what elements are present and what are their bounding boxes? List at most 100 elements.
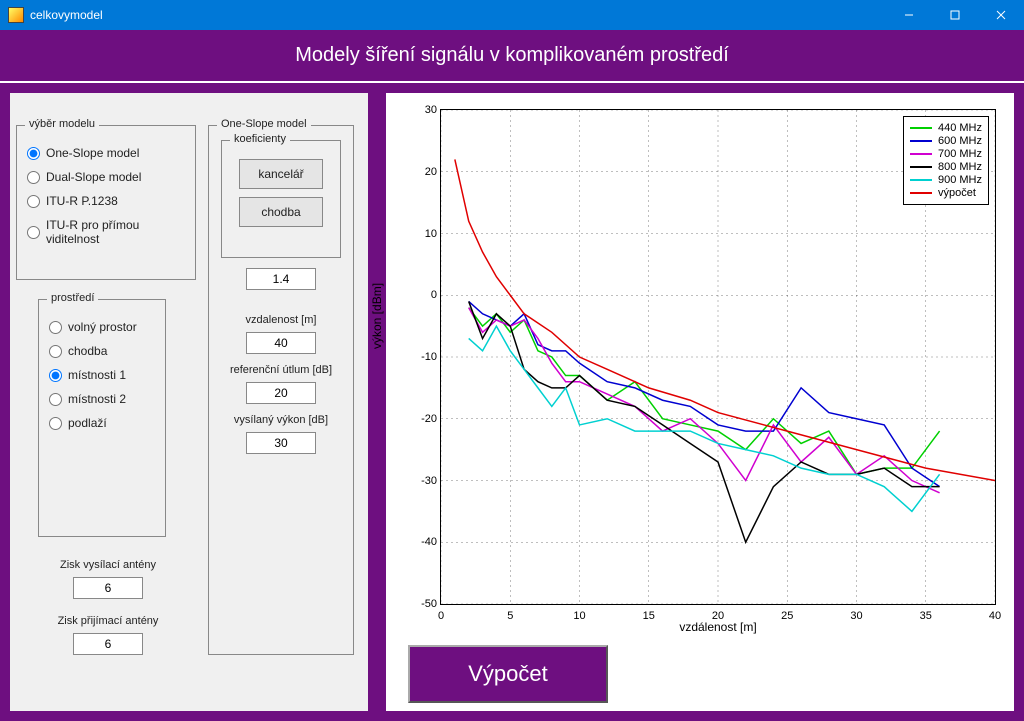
chart-ytick: 30: [407, 104, 437, 116]
coef-corridor-button[interactable]: chodba: [239, 197, 323, 227]
legend-swatch: [910, 153, 932, 155]
chart-ytick: 20: [407, 166, 437, 178]
model-radio-label: ITU-R P.1238: [46, 194, 118, 208]
coef-group: koeficienty kancelář chodba: [221, 140, 341, 258]
chart-ytick: -40: [407, 536, 437, 548]
env-radio-label: chodba: [68, 344, 107, 358]
chart-ytick: -30: [407, 475, 437, 487]
left-panel-inner: výběr modelu One-Slope model Dual-Slope m…: [10, 93, 368, 711]
legend-label: 800 MHz: [938, 161, 982, 173]
refatt-input[interactable]: [246, 382, 316, 404]
chart-axes[interactable]: 440 MHz600 MHz700 MHz800 MHz900 MHzvýpoč…: [440, 109, 996, 605]
env-option[interactable]: chodba: [49, 344, 155, 358]
legend-entry: 800 MHz: [910, 161, 982, 173]
compute-button[interactable]: Výpočet: [408, 645, 608, 703]
model-group-legend: výběr modelu: [25, 118, 99, 130]
minimize-button[interactable]: [886, 0, 932, 30]
chart-xtick: 35: [920, 610, 932, 622]
close-button[interactable]: [978, 0, 1024, 30]
model-option[interactable]: ITU-R pro přímou viditelnost: [27, 218, 185, 246]
distance-label: vzdalenost [m]: [219, 314, 343, 326]
refatt-label: referenční útlum [dB]: [219, 364, 343, 376]
model-radio[interactable]: [27, 195, 40, 208]
title-bar: celkovymodel: [0, 0, 1024, 30]
txpow-input[interactable]: [246, 432, 316, 454]
legend-entry: 600 MHz: [910, 135, 982, 147]
content-area: výběr modelu One-Slope model Dual-Slope m…: [0, 83, 1024, 721]
env-radio-label: místnosti 1: [68, 368, 126, 382]
env-radio[interactable]: [49, 321, 62, 334]
chart-legend: 440 MHz600 MHz700 MHz800 MHz900 MHzvýpoč…: [903, 116, 989, 205]
oneslope-group: One-Slope model koeficienty kancelář cho…: [208, 125, 354, 655]
chart-ytick: 10: [407, 228, 437, 240]
chart-xtick: 20: [712, 610, 724, 622]
legend-entry: 700 MHz: [910, 148, 982, 160]
env-radio[interactable]: [49, 417, 62, 430]
chart-xtick: 30: [850, 610, 862, 622]
legend-swatch: [910, 192, 932, 194]
environment-group: prostředí volný prostorchodbamístnosti 1…: [38, 299, 166, 537]
tx-gain-input[interactable]: [73, 577, 143, 599]
chart-ylabel: výkon [dBm]: [370, 283, 384, 349]
chart-ytick: -10: [407, 351, 437, 363]
chart-xtick: 15: [643, 610, 655, 622]
txpow-label: vysílaný výkon [dB]: [219, 414, 343, 426]
coef-value-input[interactable]: [246, 268, 316, 290]
env-option[interactable]: volný prostor: [49, 320, 155, 334]
right-panel-inner: výkon [dBm] 440 MHz600 MHz700 MHz800 MHz…: [386, 93, 1014, 711]
legend-swatch: [910, 140, 932, 142]
legend-label: 900 MHz: [938, 174, 982, 186]
env-radio[interactable]: [49, 369, 62, 382]
legend-label: výpočet: [938, 187, 976, 199]
chart-xtick: 25: [781, 610, 793, 622]
env-radio-label: volný prostor: [68, 320, 137, 334]
legend-label: 440 MHz: [938, 122, 982, 134]
legend-entry: výpočet: [910, 187, 982, 199]
env-radio-label: místnosti 2: [68, 392, 126, 406]
window-title: celkovymodel: [30, 8, 886, 22]
legend-swatch: [910, 166, 932, 168]
chart-ytick: -20: [407, 413, 437, 425]
left-panel: výběr modelu One-Slope model Dual-Slope m…: [0, 83, 378, 721]
model-option[interactable]: Dual-Slope model: [27, 170, 185, 184]
chart-ytick: 0: [407, 289, 437, 301]
rx-gain-label: Zisk přijímací antény: [38, 615, 178, 627]
model-radio-label: One-Slope model: [46, 146, 139, 160]
model-option[interactable]: One-Slope model: [27, 146, 185, 160]
legend-label: 700 MHz: [938, 148, 982, 160]
env-radio[interactable]: [49, 345, 62, 358]
app-icon: [8, 7, 24, 23]
chart-xtick: 10: [573, 610, 585, 622]
model-radio[interactable]: [27, 171, 40, 184]
env-option[interactable]: místnosti 2: [49, 392, 155, 406]
legend-swatch: [910, 127, 932, 129]
tx-gain-label: Zisk vysílací antény: [38, 559, 178, 571]
page-title: Modely šíření signálu v komplikovaném pr…: [0, 30, 1024, 83]
env-radio[interactable]: [49, 393, 62, 406]
chart-container: výkon [dBm] 440 MHz600 MHz700 MHz800 MHz…: [396, 99, 1004, 639]
env-radio-label: podlaží: [68, 416, 107, 430]
coef-office-button[interactable]: kancelář: [239, 159, 323, 189]
app-window: celkovymodel Modely šíření signálu v kom…: [0, 0, 1024, 721]
model-radio[interactable]: [27, 147, 40, 160]
model-select-group: výběr modelu One-Slope modelDual-Slope m…: [16, 125, 196, 280]
model-option[interactable]: ITU-R P.1238: [27, 194, 185, 208]
chart-xtick: 5: [507, 610, 513, 622]
maximize-button[interactable]: [932, 0, 978, 30]
chart-xlabel: vzdálenost [m]: [679, 620, 756, 634]
chart-ytick: -50: [407, 598, 437, 610]
rx-gain-input[interactable]: [73, 633, 143, 655]
env-group-legend: prostředí: [47, 292, 98, 304]
coef-legend: koeficienty: [230, 133, 290, 145]
legend-entry: 900 MHz: [910, 174, 982, 186]
env-option[interactable]: podlaží: [49, 416, 155, 430]
env-option[interactable]: místnosti 1: [49, 368, 155, 382]
right-panel: výkon [dBm] 440 MHz600 MHz700 MHz800 MHz…: [378, 83, 1024, 721]
model-radio-label: Dual-Slope model: [46, 170, 141, 184]
chart-xtick: 0: [438, 610, 444, 622]
distance-input[interactable]: [246, 332, 316, 354]
model-radio[interactable]: [27, 226, 40, 239]
legend-label: 600 MHz: [938, 135, 982, 147]
legend-entry: 440 MHz: [910, 122, 982, 134]
model-radio-label: ITU-R pro přímou viditelnost: [46, 218, 185, 246]
